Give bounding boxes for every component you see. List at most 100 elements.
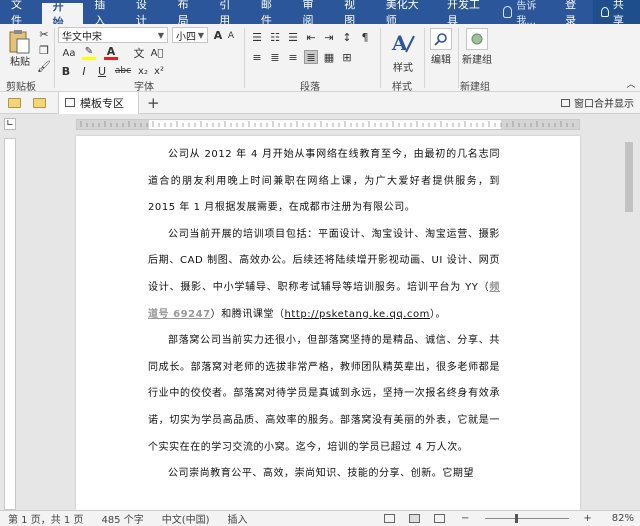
horizontal-ruler[interactable]	[76, 119, 580, 130]
tab-5[interactable]: 引用	[208, 0, 250, 27]
window-merge-button[interactable]: 窗口合并显示	[561, 95, 634, 110]
highlight-button[interactable]: ✎	[82, 46, 96, 60]
sort-icon[interactable]: ↕	[340, 30, 354, 44]
tab-0[interactable]: 文件	[0, 0, 42, 27]
find-button[interactable]	[430, 28, 452, 50]
vertical-scrollbar[interactable]	[622, 136, 636, 510]
template-tab-label: 模板专区	[80, 96, 124, 110]
tab-4[interactable]: 布局	[167, 0, 209, 27]
decrease-indent-icon[interactable]: ⇤	[304, 30, 318, 44]
styles-button[interactable]: A	[388, 28, 418, 58]
highlight-pen-icon: ✎	[84, 46, 94, 57]
justify-icon[interactable]: ≣	[304, 50, 318, 64]
new-group-group-label: 新建组	[460, 82, 490, 93]
separator	[244, 28, 245, 88]
zoom-out-button[interactable]: −	[461, 513, 469, 524]
chevron-down-icon: ▼	[197, 30, 204, 40]
align-center-icon[interactable]: ≣	[268, 50, 282, 64]
print-layout-icon[interactable]	[408, 514, 420, 523]
new-group-button[interactable]	[466, 28, 488, 50]
search-icon	[434, 33, 447, 46]
increase-indent-icon[interactable]: ⇥	[322, 30, 336, 44]
paragraph-2[interactable]: 公司当前开展的培训项目包括：平面设计、淘宝设计、淘宝运营、摄影后期、CAD 制图…	[148, 222, 500, 328]
change-case-button[interactable]: Aa	[62, 46, 76, 60]
tab-3[interactable]: 设计	[125, 0, 167, 27]
new-folder-icon[interactable]	[8, 97, 21, 108]
strikethrough-button[interactable]: abc	[114, 64, 132, 78]
ribbon: 粘贴 ✂ ❐ 🖌 剪贴板 华文中宋 ▼ 小四 ▼ A A Aa B I U abc …	[0, 24, 640, 93]
insert-mode[interactable]: 插入	[228, 511, 248, 526]
tab-selector[interactable]: ∟	[4, 118, 16, 130]
tab-9[interactable]: 美化大师	[375, 0, 436, 27]
tab-1[interactable]: 开始	[41, 0, 84, 29]
zoom-in-button[interactable]: +	[583, 513, 591, 524]
show-marks-icon[interactable]: ¶	[358, 30, 372, 44]
font-size-value: 小四	[176, 31, 196, 43]
login-button[interactable]: 登录	[557, 0, 593, 27]
scissors-icon[interactable]: ✂	[38, 28, 50, 41]
document-body[interactable]: 公司从 2012 年 4 月开始从事网络在线教育至今，由最初的几名志同道合的朋友…	[148, 142, 500, 488]
vertical-ruler[interactable]	[4, 138, 16, 510]
page-count[interactable]: 第 1 页，共 1 页	[8, 511, 83, 526]
paragraph-3[interactable]: 部落窝公司当前实力还很小，但部落窝坚持的是精品、诚信、分享、共同成长。部落窝对老…	[148, 328, 500, 461]
tab-10[interactable]: 开发工具	[436, 0, 497, 27]
paragraph-2-text: 公司当前开展的培训项目包括：平面设计、淘宝设计、淘宝运营、摄影后期、CAD 制图…	[148, 228, 500, 293]
italic-button[interactable]: I	[78, 64, 90, 78]
shrink-font-button[interactable]: A	[226, 30, 236, 42]
read-mode-icon[interactable]	[383, 514, 395, 523]
font-size-select[interactable]: 小四 ▼	[172, 27, 208, 43]
underline-button[interactable]: U	[96, 64, 108, 78]
separator	[380, 28, 381, 88]
share-button[interactable]: 共享	[592, 0, 640, 27]
font-name-value: 华文中宋	[62, 31, 102, 43]
align-right-icon[interactable]: ≡	[286, 50, 300, 64]
tab-6[interactable]: 邮件	[250, 0, 292, 27]
url-link[interactable]: http://psketang.ke.qq.com	[285, 309, 430, 320]
ribbon-tab-bar: 文件 开始 插入 设计 布局 引用 邮件 审阅 视图 美化大师 开发工具 告诉我... 登录 共享	[0, 0, 640, 29]
paragraph-4[interactable]: 公司崇尚教育公平、高效，崇尚知识、技能的分享、创新。它期望	[148, 461, 500, 488]
numbering-icon[interactable]: ☷	[268, 30, 282, 44]
paragraph-1[interactable]: 公司从 2012 年 4 月开始从事网络在线教育至今，由最初的几名志同道合的朋友…	[148, 142, 500, 222]
shading-icon[interactable]: ▦	[322, 50, 336, 64]
tab-8[interactable]: 视图	[333, 0, 375, 27]
paragraph-group-label: 段落	[300, 82, 320, 93]
editing-label[interactable]: 编辑	[428, 52, 454, 66]
zoom-level[interactable]: 82%	[612, 513, 634, 524]
multilevel-list-icon[interactable]: ☰	[286, 30, 300, 44]
bold-button[interactable]: B	[60, 64, 72, 78]
font-color-button[interactable]: A	[104, 45, 118, 60]
tab-7[interactable]: 审阅	[291, 0, 333, 27]
tell-me-box[interactable]: 告诉我...	[497, 0, 557, 27]
open-folder-icon[interactable]	[33, 97, 46, 108]
tab-2[interactable]: 插入	[83, 0, 125, 27]
bullets-icon[interactable]: ☰	[250, 30, 264, 44]
phonetic-guide-button[interactable]: 文	[132, 46, 146, 60]
new-group-label[interactable]: 新建组	[458, 52, 496, 66]
word-count[interactable]: 485 个字	[101, 511, 143, 526]
document-page[interactable]: 公司从 2012 年 4 月开始从事网络在线教育至今，由最初的几名志同道合的朋友…	[76, 136, 580, 510]
zoom-slider[interactable]	[485, 514, 570, 523]
subscript-button[interactable]: x₂	[136, 64, 150, 78]
collapse-ribbon-icon[interactable]: ︿	[626, 78, 636, 90]
clear-format-icon[interactable]: A⃠	[150, 46, 164, 60]
clipboard-group-label: 剪贴板	[6, 82, 36, 93]
status-bar: 第 1 页，共 1 页 485 个字 中文(中国) 插入 − + 82%	[0, 510, 640, 526]
zoom-controls: − + 82%	[376, 513, 636, 524]
separator	[424, 28, 425, 88]
template-tab[interactable]: 模板专区	[58, 91, 139, 114]
font-name-select[interactable]: 华文中宋 ▼	[58, 27, 168, 43]
grow-font-button[interactable]: A	[212, 28, 224, 42]
align-left-icon[interactable]: ≡	[250, 50, 264, 64]
separator	[54, 28, 55, 88]
add-tab-icon[interactable]: +	[147, 94, 160, 112]
scrollbar-thumb[interactable]	[625, 142, 633, 212]
superscript-button[interactable]: x²	[152, 64, 166, 78]
web-layout-icon[interactable]	[433, 514, 445, 523]
language[interactable]: 中文(中国)	[162, 511, 210, 526]
zoom-slider-knob[interactable]	[515, 514, 519, 523]
copy-icon[interactable]: ❐	[38, 44, 50, 57]
home-icon	[65, 98, 75, 107]
format-painter-icon[interactable]: 🖌	[37, 60, 51, 73]
borders-icon[interactable]: ⊞	[340, 50, 354, 64]
styles-icon: A	[391, 31, 415, 55]
